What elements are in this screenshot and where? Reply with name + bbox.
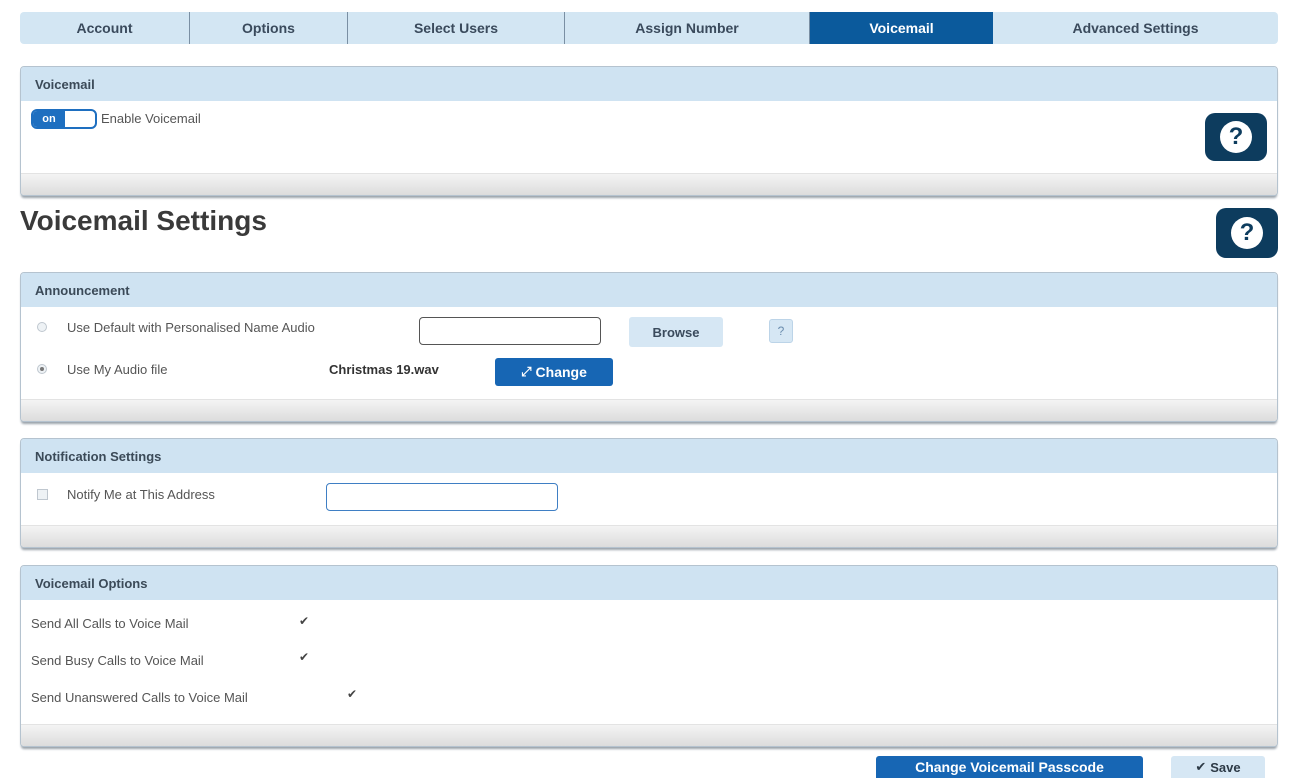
option-all-calls-checkbox[interactable]: ✔	[299, 615, 309, 627]
panel-footer	[21, 525, 1277, 547]
tab-select-users[interactable]: Select Users	[348, 12, 565, 44]
notification-panel-header: Notification Settings	[21, 439, 1277, 473]
tab-voicemail[interactable]: Voicemail	[810, 12, 993, 44]
notify-email-input[interactable]	[326, 483, 558, 511]
announcement-panel-header: Announcement	[21, 273, 1277, 307]
page-title: Voicemail Settings	[20, 205, 267, 236]
voicemail-panel-header: Voicemail	[21, 67, 1277, 101]
browse-button[interactable]: Browse	[629, 317, 723, 347]
voicemail-options-panel: Voicemail Options Send All Calls to Voic…	[20, 565, 1278, 747]
change-passcode-button[interactable]: Change Voicemail Passcode	[876, 756, 1143, 778]
panel-footer	[21, 173, 1277, 195]
option-label: Send Unanswered Calls to Voice Mail	[31, 690, 248, 705]
radio-my-audio-file[interactable]	[37, 364, 47, 374]
voicemail-options-header: Voicemail Options	[21, 566, 1277, 600]
checkmark-icon: ✔	[1195, 759, 1207, 774]
notification-panel: Notification Settings Notify Me at This …	[20, 438, 1278, 548]
tab-bar: Account Options Select Users Assign Numb…	[20, 12, 1278, 44]
notify-checkbox[interactable]	[37, 489, 48, 500]
voicemail-help-button[interactable]: ?	[1205, 113, 1267, 161]
enable-voicemail-toggle[interactable]: on	[31, 109, 97, 129]
option-unanswered-calls-checkbox[interactable]: ✔	[347, 688, 357, 700]
toggle-state-label: on	[33, 111, 65, 127]
default-audio-name-input[interactable]	[419, 317, 601, 345]
save-label: Save	[1210, 759, 1241, 775]
question-icon: ?	[1220, 121, 1252, 153]
tab-assign-number[interactable]: Assign Number	[565, 12, 810, 44]
change-audio-button[interactable]: ⤢ Change	[495, 358, 613, 386]
option-label: Send All Calls to Voice Mail	[31, 616, 189, 631]
my-audio-file-label: Use My Audio file	[67, 362, 168, 377]
audio-file-name: Christmas 19.wav	[329, 362, 439, 377]
radio-default-audio[interactable]	[37, 322, 47, 332]
tab-advanced-settings[interactable]: Advanced Settings	[993, 12, 1278, 44]
panel-footer	[21, 399, 1277, 421]
option-busy-calls-checkbox[interactable]: ✔	[299, 651, 309, 663]
question-icon: ?	[1231, 217, 1263, 249]
swap-arrows-icon: ⤢	[521, 364, 532, 379]
enable-voicemail-label: Enable Voicemail	[101, 111, 201, 126]
announcement-panel: Announcement Use Default with Personalis…	[20, 272, 1278, 422]
voicemail-panel: Voicemail on Enable Voicemail ?	[20, 66, 1278, 196]
settings-help-button[interactable]: ?	[1216, 208, 1278, 258]
question-icon[interactable]: ?	[769, 319, 793, 343]
change-audio-label: Change	[535, 364, 587, 380]
tab-options[interactable]: Options	[190, 12, 348, 44]
notify-label: Notify Me at This Address	[67, 487, 215, 502]
option-label: Send Busy Calls to Voice Mail	[31, 653, 204, 668]
save-button[interactable]: ✔ Save	[1171, 756, 1265, 778]
default-audio-label: Use Default with Personalised Name Audio	[67, 320, 315, 335]
panel-footer	[21, 724, 1277, 746]
tab-account[interactable]: Account	[20, 12, 190, 44]
